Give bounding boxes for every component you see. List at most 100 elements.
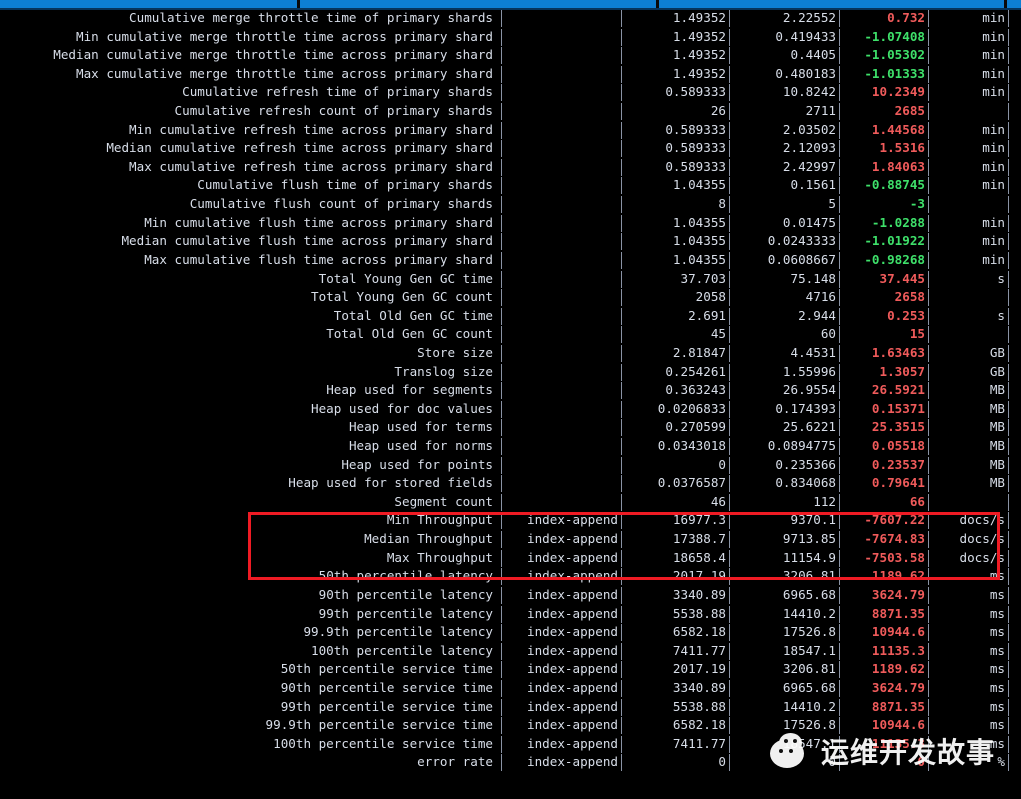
cell-unit	[936, 195, 1005, 214]
cell-contender: 0.4405	[790, 47, 837, 63]
column-separator	[501, 400, 502, 418]
column-separator	[928, 10, 929, 27]
column-separator	[501, 679, 502, 697]
column-separator	[839, 196, 840, 214]
cell-baseline: 5538.88	[672, 698, 726, 714]
column-separator	[621, 642, 622, 660]
column-separator	[839, 84, 840, 102]
cell-baseline: 16977.3	[672, 512, 726, 528]
cell-metric: Store size	[417, 344, 493, 360]
column-separator	[729, 121, 730, 139]
cell-task	[509, 9, 618, 28]
column-separator	[729, 270, 730, 288]
column-separator	[501, 531, 502, 549]
cell-baseline: 5538.88	[672, 605, 726, 621]
title-bar-segment	[659, 0, 1004, 8]
cell-metric: 99.9th percentile latency	[303, 624, 493, 640]
column-separator	[1008, 717, 1009, 735]
column-separator	[729, 512, 730, 530]
cell-diff: -7503.58	[864, 549, 925, 565]
cell-contender: 4716	[805, 289, 836, 305]
column-separator	[928, 382, 929, 400]
column-separator	[839, 251, 840, 269]
column-separator	[928, 717, 929, 735]
table-row: Total Young Gen GC time 37.703 75.148 37.44…	[0, 270, 1021, 289]
cell-diff: -0.88745	[864, 177, 925, 193]
column-separator	[1008, 177, 1009, 195]
cell-diff: 37.445	[879, 270, 926, 286]
column-separator	[928, 586, 929, 604]
column-separator	[928, 177, 929, 195]
column-separator	[621, 121, 622, 139]
cell-task	[509, 139, 618, 158]
column-separator	[621, 65, 622, 83]
cell-task: index-append	[527, 717, 618, 733]
column-separator	[928, 624, 929, 642]
cell-metric: Total Old Gen GC count	[326, 326, 493, 342]
cell-contender: 0.01475	[782, 214, 836, 230]
table-row: 99th percentile latency index-append 5538.…	[0, 605, 1021, 624]
cell-metric: 99.9th percentile service time	[265, 717, 493, 733]
column-separator	[839, 735, 840, 753]
cell-task	[509, 493, 618, 512]
column-separator	[1008, 214, 1009, 232]
column-separator	[1008, 512, 1009, 530]
cell-contender: 4.4531	[790, 344, 837, 360]
column-separator	[839, 493, 840, 511]
column-separator	[501, 47, 502, 65]
column-separator	[621, 363, 622, 381]
column-separator	[839, 10, 840, 27]
column-separator	[501, 177, 502, 195]
column-separator	[928, 214, 929, 232]
table-row: Min Throughput index-append 16977.3 9370.1 -…	[0, 511, 1021, 530]
column-separator	[621, 661, 622, 679]
window-title-bar	[0, 0, 1021, 10]
cell-metric: Max cumulative merge throttle time acros…	[75, 65, 493, 81]
cell-unit	[936, 493, 1005, 512]
column-separator	[1008, 84, 1009, 102]
column-separator	[729, 642, 730, 660]
cell-task	[509, 65, 618, 84]
column-separator	[729, 158, 730, 176]
cell-baseline: 17388.7	[672, 531, 726, 547]
column-separator	[621, 28, 622, 46]
cell-contender: 6965.68	[782, 586, 836, 602]
cell-baseline: 45	[710, 326, 726, 342]
cell-baseline: 0.254261	[665, 363, 726, 379]
column-separator	[621, 475, 622, 493]
column-separator	[1008, 382, 1009, 400]
column-separator	[729, 344, 730, 362]
column-separator	[928, 363, 929, 381]
cell-diff: 0.15371	[871, 400, 925, 416]
column-separator	[729, 735, 730, 753]
column-separator	[621, 233, 622, 251]
cell-diff: 0.732	[887, 10, 925, 25]
column-separator	[729, 438, 730, 456]
cell-unit: ms	[989, 698, 1005, 714]
cell-contender: 2.42997	[782, 158, 836, 174]
cell-contender: 2.12093	[782, 140, 836, 156]
table-row: Cumulative flush count of primary shards…	[0, 195, 1021, 214]
title-bar-segment	[0, 0, 297, 8]
table-row: Max Throughput index-append 18658.4 11154.9…	[0, 549, 1021, 568]
table-row: Cumulative merge throttle time of primar…	[0, 9, 1021, 28]
cell-diff: 0.253	[887, 307, 925, 323]
cell-baseline: 37.703	[680, 270, 727, 286]
cell-diff: 10944.6	[871, 717, 925, 733]
column-separator	[1008, 270, 1009, 288]
column-separator	[729, 661, 730, 679]
cell-task: index-append	[527, 512, 618, 528]
column-separator	[621, 214, 622, 232]
column-separator	[621, 698, 622, 716]
column-separator	[501, 84, 502, 102]
cell-unit: min	[982, 28, 1005, 44]
cell-metric: Heap used for terms	[348, 419, 493, 435]
cell-diff: 1.3057	[879, 363, 926, 379]
cell-diff: 0.79641	[871, 475, 925, 491]
column-separator	[1008, 438, 1009, 456]
cell-contender: 6965.68	[782, 679, 836, 695]
column-separator	[621, 84, 622, 102]
column-separator	[501, 363, 502, 381]
column-separator	[729, 568, 730, 586]
cell-task	[509, 270, 618, 289]
